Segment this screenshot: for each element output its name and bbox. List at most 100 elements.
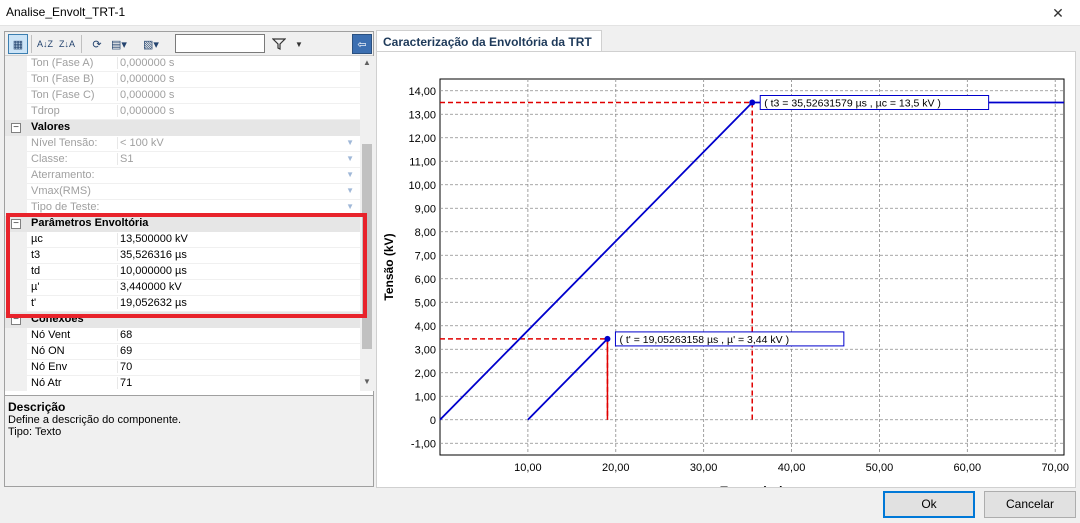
y-tick-label: 9,00: [415, 203, 436, 215]
y-tick-label: 1,00: [415, 391, 436, 403]
cancel-button[interactable]: Cancelar: [984, 491, 1076, 518]
x-tick-label: 10,00: [514, 462, 542, 474]
property-name: Nó Env: [31, 361, 68, 373]
y-tick-label: 6,00: [415, 274, 436, 286]
property-row[interactable]: Classe: S1 ▼: [5, 152, 360, 168]
data-label: ( t' = 19,05263158 µs , µ' = 3,44 kV ): [619, 334, 789, 346]
y-axis-title: Tensão (kV): [382, 233, 396, 300]
property-row[interactable]: Nó Atr 71: [5, 376, 360, 391]
sort-az-icon[interactable]: A↓Z: [35, 34, 55, 54]
property-toolbar: ▦ A↓Z Z↓A ⟳ ▤▾ ▧▾ ▼ ⇦: [5, 32, 373, 56]
property-name: Tipo de Teste:: [31, 201, 100, 213]
refresh-icon[interactable]: ⟳: [87, 34, 107, 54]
property-name: Nó ON: [31, 345, 65, 357]
y-tick-label: -1,00: [411, 438, 436, 450]
x-tick-label: 20,00: [602, 462, 630, 474]
close-icon[interactable]: ✕: [1036, 0, 1080, 26]
window-title: Analise_Envolt_TRT-1: [6, 5, 126, 19]
ok-button[interactable]: Ok: [883, 491, 975, 518]
scroll-up-icon[interactable]: ▲: [361, 58, 373, 70]
dropdown-arrow-icon[interactable]: ▼: [346, 202, 354, 211]
x-tick-label: 30,00: [690, 462, 718, 474]
x-tick-label: 40,00: [778, 462, 806, 474]
dropdown-arrow-icon[interactable]: ▼: [346, 170, 354, 179]
property-row[interactable]: Nó Vent 68: [5, 328, 360, 344]
scroll-down-icon[interactable]: ▼: [361, 377, 373, 389]
y-tick-label: 13,00: [408, 109, 436, 121]
data-label: ( t3 = 35,52631579 µs , µc = 13,5 kV ): [764, 98, 941, 110]
property-row[interactable]: Nível Tensão: < 100 kV ▼: [5, 136, 360, 152]
filter-icon[interactable]: [269, 34, 289, 54]
import-icon[interactable]: ▧▾: [141, 34, 161, 54]
collapse-icon[interactable]: −: [11, 123, 21, 133]
property-name: Nó Atr: [31, 377, 62, 389]
x-axis-title: Tempo (µs): [720, 484, 783, 487]
y-tick-label: 4,00: [415, 321, 436, 333]
property-name: Classe:: [31, 153, 68, 165]
property-name: Ton (Fase B): [31, 73, 94, 85]
property-name: Ton (Fase A): [31, 57, 94, 69]
envelope-chart: 14,00 13,00 12,00 11,00 10,00 9,00 8,00 7,00 6,0…: [382, 78, 1069, 498]
x-tick-label: 60,00: [954, 462, 982, 474]
property-name: Tdrop: [31, 105, 60, 117]
y-tick-label: 2,00: [415, 368, 436, 380]
window-titlebar: Analise_Envolt_TRT-1 ✕: [0, 0, 1080, 26]
property-row[interactable]: Ton (Fase C) 0,000000 s: [5, 88, 360, 104]
property-row[interactable]: Tdrop 0,000000 s: [5, 104, 360, 120]
dropdown-arrow-icon[interactable]: ▼: [346, 138, 354, 147]
data-point: [749, 99, 756, 106]
property-name: Nível Tensão:: [31, 137, 98, 149]
y-tick-label: 12,00: [408, 133, 436, 145]
property-panel: ▦ A↓Z Z↓A ⟳ ▤▾ ▧▾ ▼ ⇦ Ton (Fase A) 0,0000…: [4, 31, 374, 487]
x-tick-label: 50,00: [866, 462, 894, 474]
property-value: 0,000000 s: [117, 105, 357, 117]
property-value: 0,000000 s: [117, 89, 357, 101]
property-row[interactable]: Ton (Fase B) 0,000000 s: [5, 72, 360, 88]
property-row[interactable]: Ton (Fase A) 0,000000 s: [5, 56, 360, 72]
property-value: 68: [117, 329, 357, 341]
property-value: 71: [117, 377, 357, 389]
property-row[interactable]: Aterramento: ▼: [5, 168, 360, 184]
property-name: Nó Vent: [31, 329, 71, 341]
x-tick-label: 70,00: [1041, 462, 1069, 474]
property-value: 0,000000 s: [117, 73, 357, 85]
tab-body: 14,00 13,00 12,00 11,00 10,00 9,00 8,00 7,00 6,0…: [376, 51, 1076, 498]
description-type: Tipo: Texto: [8, 426, 62, 438]
cancel-button-label: Cancelar: [1005, 497, 1055, 511]
description-panel: Descrição Define a descrição do componen…: [5, 395, 373, 486]
categorized-view-icon[interactable]: ▦: [8, 34, 28, 54]
collapse-panel-icon[interactable]: ⇦: [352, 34, 372, 54]
property-value: S1: [117, 153, 357, 165]
y-tick-label: 0: [430, 415, 436, 427]
y-tick-label: 7,00: [415, 250, 436, 262]
property-value: < 100 kV: [117, 137, 357, 149]
dropdown-arrow-icon[interactable]: ▼: [346, 186, 354, 195]
category-label: Valores: [31, 121, 71, 133]
description-line: Define a descrição do componente.: [8, 414, 182, 426]
property-row[interactable]: Nó Env 70: [5, 360, 360, 376]
dropdown-arrow-icon[interactable]: ▼: [346, 154, 354, 163]
search-input[interactable]: [175, 34, 265, 53]
ok-button-label: Ok: [921, 497, 937, 511]
property-name: Vmax(RMS): [31, 185, 91, 197]
category-valores[interactable]: − Valores: [5, 120, 360, 136]
y-tick-label: 5,00: [415, 297, 436, 309]
chart-panel: Caracterização da Envoltória da TRT 14,0…: [376, 30, 1076, 498]
tab-envoltoria[interactable]: Caracterização da Envoltória da TRT: [376, 30, 602, 52]
highlight-box: [6, 213, 367, 318]
y-tick-label: 3,00: [415, 344, 436, 356]
property-value: 70: [117, 361, 357, 373]
property-name: Ton (Fase C): [31, 89, 95, 101]
property-row[interactable]: Vmax(RMS) ▼: [5, 184, 360, 200]
data-point: [604, 335, 611, 342]
export-icon[interactable]: ▤▾: [109, 34, 129, 54]
filter-dropdown-icon[interactable]: ▼: [289, 34, 309, 54]
property-row[interactable]: Nó ON 69: [5, 344, 360, 360]
property-value: 69: [117, 345, 357, 357]
property-name: Aterramento:: [31, 169, 95, 181]
y-tick-label: 14,00: [408, 86, 436, 98]
sort-za-icon[interactable]: Z↓A: [57, 34, 77, 54]
y-tick-label: 8,00: [415, 227, 436, 239]
y-tick-label: 10,00: [408, 180, 436, 192]
property-value: 0,000000 s: [117, 57, 357, 69]
